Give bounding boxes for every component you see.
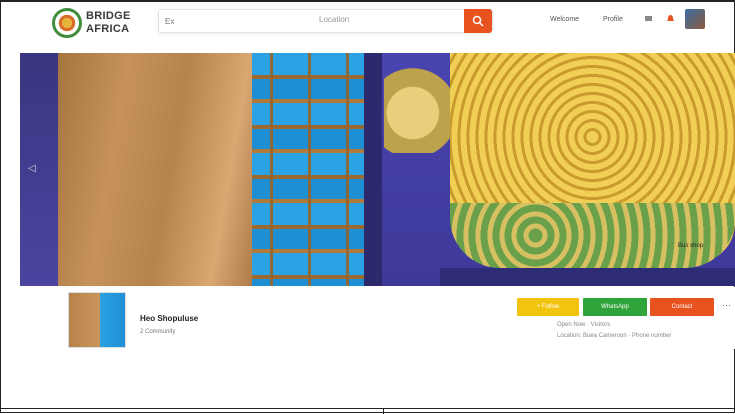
nav-welcome-link[interactable]: Welcome: [550, 16, 579, 23]
business-name: Heo Shopuluse: [140, 314, 199, 323]
business-meta-line-2: Location: Buea Cameroon · Phone number: [557, 333, 672, 339]
banner-gold-fabric: [58, 53, 258, 286]
search-input[interactable]: [165, 14, 315, 29]
banner-lace-green: [450, 203, 735, 268]
follow-button[interactable]: + Follow: [517, 298, 579, 316]
banner-blue-fabric: [252, 53, 364, 286]
banner-floor: [440, 268, 735, 286]
search-icon: [472, 15, 484, 27]
business-meta-line-1: Open Now · Visitors: [557, 322, 611, 328]
banner-divider: [364, 53, 384, 286]
business-profile-bar: Heo Shopuluse 2 Community + Follow Whats…: [36, 287, 735, 349]
logo-mark-icon: [52, 8, 82, 38]
business-community[interactable]: 2 Community: [140, 329, 175, 335]
search-button[interactable]: [464, 9, 492, 33]
banner-prev-arrow-icon[interactable]: ◁: [28, 163, 36, 174]
logo-text: BRIDGE AFRICA: [86, 10, 131, 36]
logo-line-1: BRIDGE: [86, 10, 131, 22]
nav-profile-link[interactable]: Profile: [603, 16, 623, 23]
cover-banner: ◁ Bus shop: [20, 53, 735, 286]
message-icon[interactable]: [644, 14, 653, 23]
logo-line-2: AFRICA: [86, 23, 130, 35]
business-logo-thumbnail[interactable]: [68, 292, 126, 348]
whatsapp-button[interactable]: WhatsApp: [583, 298, 647, 316]
banner-bg-left: [20, 53, 60, 286]
more-options-icon[interactable]: ···: [722, 300, 731, 310]
site-logo[interactable]: BRIDGE AFRICA: [52, 8, 142, 42]
contact-button[interactable]: Contact: [650, 298, 714, 316]
banner-corner-label: Bus shop: [678, 243, 704, 249]
page-bottom-border: [0, 408, 735, 414]
search-bar: Location: [158, 9, 493, 33]
bell-icon[interactable]: [666, 14, 675, 23]
top-header: BRIDGE AFRICA Location Welcome Profile: [18, 3, 718, 51]
location-input[interactable]: Location: [319, 15, 349, 24]
bottom-tick: [383, 409, 384, 414]
banner-lace-left: [384, 53, 456, 153]
user-avatar[interactable]: [685, 9, 705, 29]
